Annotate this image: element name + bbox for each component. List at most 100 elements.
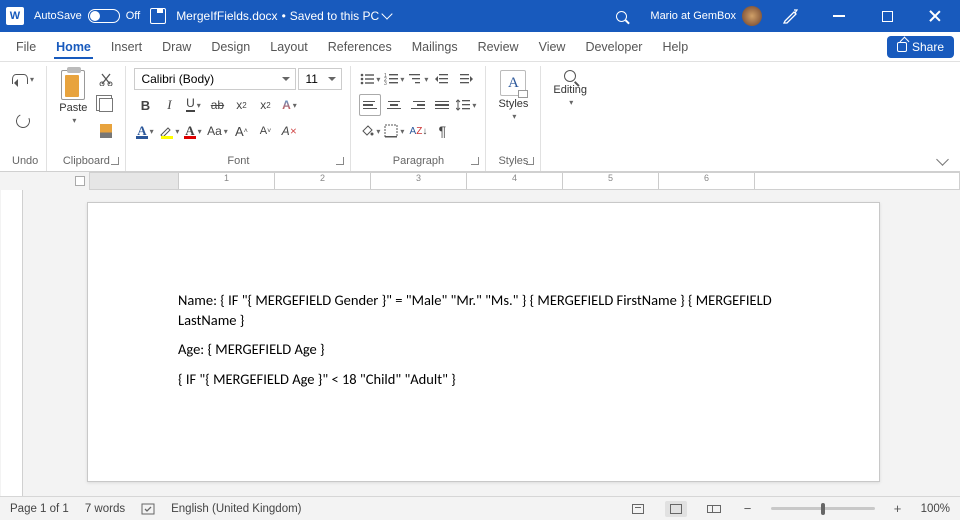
subscript-button[interactable]: x2: [230, 94, 252, 116]
editing-button[interactable]: Editing ▾: [549, 68, 591, 109]
strikethrough-button[interactable]: ab: [206, 94, 228, 116]
increase-indent-button[interactable]: [455, 68, 477, 90]
group-label-editing: [549, 152, 591, 171]
font-size-select[interactable]: 11: [298, 68, 342, 90]
minimize-button[interactable]: [820, 0, 858, 32]
font-name-select[interactable]: Calibri (Body): [134, 68, 296, 90]
group-clipboard: Paste ▾ Clipboard: [47, 66, 126, 171]
bullets-button[interactable]: ▾: [359, 68, 381, 90]
text-effects-button[interactable]: A▾: [278, 94, 300, 116]
grow-font-button[interactable]: A˄: [230, 120, 252, 142]
autosave-label: AutoSave: [34, 10, 82, 22]
change-case-button[interactable]: Aa▾: [206, 120, 228, 142]
tab-insert[interactable]: Insert: [101, 32, 152, 61]
align-center-button[interactable]: [383, 94, 405, 116]
horizontal-ruler[interactable]: 1 2 3 4 5 6: [0, 172, 960, 190]
clear-formatting-button[interactable]: A⨯: [278, 120, 300, 142]
format-painter-button[interactable]: [95, 120, 117, 142]
maximize-button[interactable]: [868, 0, 906, 32]
autosave-toggle[interactable]: AutoSave Off: [34, 9, 140, 23]
ruler-corner: [0, 172, 89, 190]
cut-button[interactable]: [95, 68, 117, 90]
document-title[interactable]: MergeIfFields.docx • Saved to this PC: [176, 9, 391, 23]
tab-references[interactable]: References: [318, 32, 402, 61]
group-styles: A Styles ▾ Styles: [486, 66, 541, 171]
highlight-button[interactable]: ▾: [158, 120, 180, 142]
undo-button[interactable]: ▾: [12, 68, 34, 90]
align-right-button[interactable]: [407, 94, 429, 116]
pen-input-button[interactable]: [772, 0, 810, 32]
doc-line-2[interactable]: Age: { MERGEFIELD Age }: [178, 340, 789, 360]
copy-button[interactable]: [95, 94, 117, 116]
doc-line-3[interactable]: { IF "{ MERGEFIELD Age }" < 18 "Child" "…: [178, 370, 789, 390]
tab-view[interactable]: View: [529, 32, 576, 61]
group-label-undo: Undo: [12, 152, 38, 171]
tab-layout[interactable]: Layout: [260, 32, 318, 61]
zoom-level[interactable]: 100%: [921, 503, 950, 515]
tab-mailings[interactable]: Mailings: [402, 32, 468, 61]
styles-button[interactable]: A Styles ▾: [494, 68, 532, 123]
user-name: Mario at GemBox: [650, 10, 736, 22]
font-color-2-button[interactable]: A▾: [182, 120, 204, 142]
doc-line-1[interactable]: Name: { IF "{ MERGEFIELD Gender }" = "Ma…: [178, 291, 789, 330]
tab-developer[interactable]: Developer: [575, 32, 652, 61]
editing-label: Editing: [553, 84, 587, 96]
styles-label: Styles: [498, 98, 528, 110]
line-spacing-button[interactable]: ▾: [455, 94, 477, 116]
page-count[interactable]: Page 1 of 1: [10, 503, 69, 515]
tab-home[interactable]: Home: [46, 32, 101, 61]
paste-button[interactable]: Paste ▾: [55, 68, 91, 127]
share-button[interactable]: Share: [887, 36, 954, 58]
page[interactable]: Name: { IF "{ MERGEFIELD Gender }" = "Ma…: [87, 202, 880, 482]
zoom-slider[interactable]: [771, 507, 875, 510]
line-spacing-icon: [456, 98, 470, 112]
autosave-state: Off: [126, 10, 140, 22]
view-web-icon: [707, 505, 721, 513]
tab-file[interactable]: File: [6, 32, 46, 61]
word-count[interactable]: 7 words: [85, 503, 125, 515]
spellcheck-button[interactable]: [141, 502, 155, 516]
view-print-button[interactable]: [665, 501, 687, 517]
cut-icon: [99, 72, 113, 86]
tab-help[interactable]: Help: [652, 32, 698, 61]
zoom-out-button[interactable]: −: [741, 502, 755, 515]
group-label-clipboard: Clipboard: [55, 152, 117, 171]
decrease-indent-button[interactable]: [431, 68, 453, 90]
italic-button[interactable]: I: [158, 94, 180, 116]
view-web-button[interactable]: [703, 501, 725, 517]
search-button[interactable]: [602, 0, 640, 32]
language[interactable]: English (United Kingdom): [171, 503, 301, 515]
bold-button[interactable]: B: [134, 94, 156, 116]
superscript-button[interactable]: x2: [254, 94, 276, 116]
zoom-in-button[interactable]: +: [891, 502, 905, 515]
show-marks-button[interactable]: ¶: [431, 120, 453, 142]
tab-design[interactable]: Design: [201, 32, 260, 61]
close-button[interactable]: [916, 0, 954, 32]
vertical-ruler[interactable]: [1, 190, 23, 496]
collapse-ribbon-button[interactable]: [938, 155, 948, 165]
shrink-font-button[interactable]: A˅: [254, 120, 276, 142]
font-color-button[interactable]: A▾: [134, 120, 156, 142]
account-button[interactable]: Mario at GemBox: [650, 6, 762, 26]
find-icon: [564, 70, 576, 82]
tab-draw[interactable]: Draw: [152, 32, 201, 61]
numbering-button[interactable]: 123▾: [383, 68, 405, 90]
justify-button[interactable]: [431, 94, 453, 116]
repeat-button[interactable]: [12, 110, 34, 132]
align-left-button[interactable]: [359, 94, 381, 116]
group-label-paragraph: Paragraph: [359, 152, 477, 171]
group-paragraph: ▾ 123▾ ▾ ▾ ▾ ▾ AZ↓ ¶ Paragraph: [351, 66, 486, 171]
sort-button[interactable]: AZ↓: [407, 120, 429, 142]
paste-icon: [61, 70, 85, 100]
save-icon[interactable]: [150, 8, 166, 24]
chevron-down-icon: [381, 8, 392, 19]
view-print-icon: [670, 504, 682, 514]
group-undo: ▾ Undo: [4, 66, 47, 171]
borders-button[interactable]: ▾: [383, 120, 405, 142]
tab-review[interactable]: Review: [468, 32, 529, 61]
numbering-icon: 123: [384, 73, 398, 85]
multilevel-list-button[interactable]: ▾: [407, 68, 429, 90]
shading-button[interactable]: ▾: [359, 120, 381, 142]
view-focus-button[interactable]: [627, 501, 649, 517]
underline-button[interactable]: U▾: [182, 94, 204, 116]
